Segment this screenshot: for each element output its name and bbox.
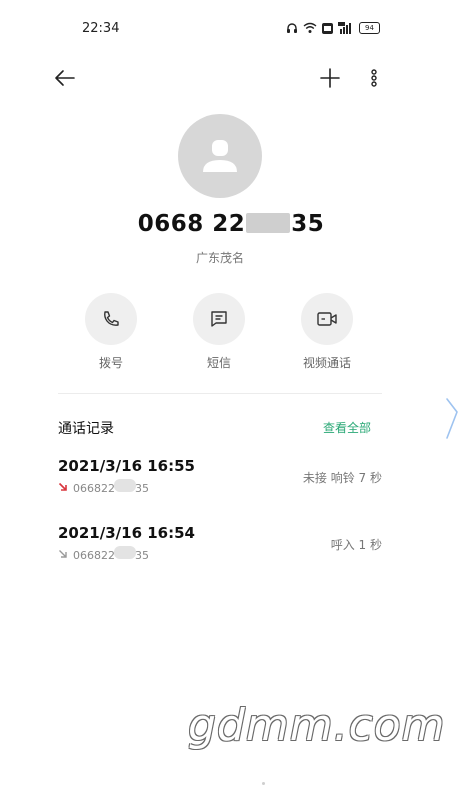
call-log-title: 通话记录 <box>58 421 114 437</box>
call-log-entry[interactable]: 2021/3/16 16:54 066822 35 呼入 1 秒 <box>58 524 382 566</box>
phone-icon <box>104 311 119 326</box>
call-number-suffix: 35 <box>135 549 149 562</box>
message-action[interactable]: 短信 <box>191 293 247 371</box>
call-number-prefix: 066822 <box>73 549 115 562</box>
status-icons: 94 <box>286 20 380 36</box>
incoming-call-icon <box>59 550 67 558</box>
back-button[interactable] <box>50 64 80 92</box>
add-contact-button[interactable] <box>317 64 343 92</box>
status-time: 22:34 <box>82 21 120 36</box>
person-icon <box>203 140 237 172</box>
call-log-entry[interactable]: 2021/3/16 16:55 066822 35 未接 响铃 7 秒 <box>58 457 382 499</box>
call-status: 呼入 1 秒 <box>330 538 382 552</box>
number-suffix: 35 <box>291 211 325 237</box>
more-vertical-icon <box>371 69 377 87</box>
number-prefix: 0668 22 <box>137 211 246 237</box>
message-button[interactable] <box>193 293 245 345</box>
contact-number: 0668 22 35 <box>0 211 462 237</box>
contact-location: 广东茂名 <box>195 251 244 265</box>
divider <box>58 393 382 394</box>
battery-icon: 94 <box>359 22 380 34</box>
wifi-icon <box>303 22 317 33</box>
number-redaction <box>114 546 136 559</box>
arrow-left-icon <box>55 70 75 86</box>
hd-icon <box>322 22 333 34</box>
call-number-prefix: 066822 <box>73 482 115 495</box>
message-label: 短信 <box>206 356 231 370</box>
more-options-button[interactable] <box>364 64 384 92</box>
call-number-suffix: 35 <box>135 482 149 495</box>
dial-button[interactable] <box>85 293 137 345</box>
plus-icon <box>320 68 340 88</box>
number-redaction <box>246 213 291 233</box>
dial-action[interactable]: 拨号 <box>83 293 139 371</box>
contact-avatar <box>178 114 262 198</box>
view-all-link[interactable]: 查看全部 <box>323 419 371 436</box>
edge-swipe-icon <box>444 396 460 446</box>
number-redaction <box>114 479 136 492</box>
dial-label: 拨号 <box>98 356 123 370</box>
headphones-icon <box>287 23 297 33</box>
video-call-button[interactable] <box>301 293 353 345</box>
missed-call-icon <box>58 482 67 491</box>
nav-indicator <box>262 782 265 785</box>
message-icon <box>211 311 227 327</box>
video-call-icon <box>317 312 337 326</box>
video-call-label: 视频通话 <box>302 356 351 370</box>
video-call-action[interactable]: 视频通话 <box>299 293 355 371</box>
signal-icon <box>338 22 351 34</box>
watermark: gdmm.com <box>188 700 446 751</box>
call-status: 未接 响铃 7 秒 <box>302 471 382 485</box>
